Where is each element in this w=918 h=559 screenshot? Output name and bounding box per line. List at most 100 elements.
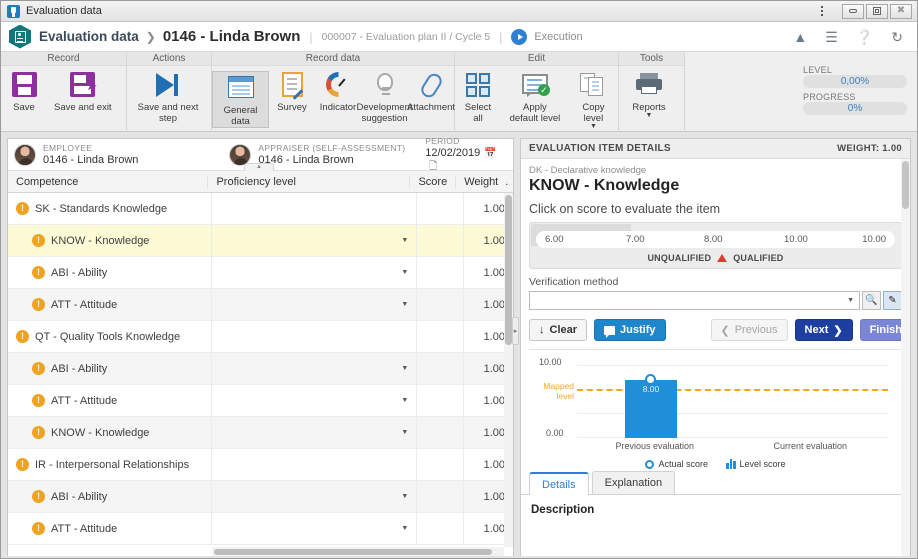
indicator-button[interactable]: Indicator [315,71,361,113]
apply-default-level-button[interactable]: ✓ Apply default level [501,71,569,124]
chevron-down-icon[interactable]: ▼ [401,301,408,308]
column-header-score[interactable]: Score [408,175,455,188]
save-button[interactable]: Save [1,71,47,113]
column-header-competence[interactable]: Competence [8,176,207,188]
cell-score[interactable] [416,193,463,225]
development-suggestion-button[interactable]: Development suggestion [357,71,413,124]
scale-value-4[interactable]: 10.00 [862,234,886,245]
help-icon[interactable]: ❔ [856,30,873,44]
binoculars-icon[interactable]: 🔍 [862,291,881,310]
general-data-button[interactable]: General data [212,71,269,128]
note-icon[interactable]: 🗋 [429,161,437,172]
table-row[interactable]: ! ABI - Ability ▼ 1.00 [8,256,513,289]
cell-score[interactable] [416,320,463,353]
reports-button[interactable]: Reports ▼ [619,71,679,119]
list-icon[interactable]: ☰ [825,30,838,44]
survey-button[interactable]: Survey [269,71,315,113]
actual-score-marker[interactable] [645,373,656,385]
cell-score[interactable] [416,480,463,513]
cell-proficiency-level[interactable]: ▼ [211,352,416,385]
cell-score[interactable] [416,384,463,417]
table-row[interactable]: ! ABI - Ability ▼ 1.00 [8,352,513,385]
cell-proficiency-level[interactable]: ▼ [211,416,416,449]
persons-bar: EMPLOYEE 0146 - Linda Brown APPRAISER (S… [8,136,513,172]
cell-score[interactable] [416,352,463,385]
table-row[interactable]: ! ATT - Attitude ▼ 1.00 [8,384,513,417]
details-vertical-scrollbar[interactable] [901,159,910,557]
column-header-proficiency-level[interactable]: Proficiency level [207,175,408,188]
table-row[interactable]: ! ABI - Ability ▼ 1.00 [8,480,513,513]
window-menu-icon[interactable] [814,3,830,19]
chevron-down-icon[interactable]: ▼ [401,237,408,244]
cell-proficiency-level[interactable]: ▼ [211,288,416,321]
table-row[interactable]: ! KNOW - Knowledge ▼ 1.00 [8,416,513,449]
scrollbar-thumb[interactable] [902,161,909,209]
warning-icon: ! [32,266,45,279]
evaluation-chart: 10.00 0.00 Mapped level 8.00 Previous ev… [529,357,902,469]
chevron-down-icon[interactable]: ▼ [401,429,408,436]
refresh-icon[interactable]: ↻ [891,30,903,44]
status-bar [1,556,917,558]
table-row[interactable]: ! QT - Quality Tools Knowledge 1.00 [8,320,513,353]
collapse-icon[interactable]: ▲ [793,30,807,44]
verification-method-input[interactable]: ▼ [529,291,860,310]
chevron-down-icon[interactable]: ▼ [401,397,408,404]
collapse-persons-bar-button[interactable]: ▲ [244,163,274,171]
cell-proficiency-level[interactable]: ▼ [211,512,416,545]
chevron-down-icon[interactable]: ▼ [401,493,408,500]
select-all-button[interactable]: Select all [455,71,501,124]
table-row[interactable]: ! ATT - Attitude ▼ 1.00 [8,512,513,545]
chevron-down-icon[interactable]: ▼ [590,123,597,130]
cell-proficiency-level[interactable]: ▼ [211,480,416,513]
justify-button[interactable]: Justify [594,319,666,341]
cell-proficiency-level[interactable]: ▼ [211,224,416,257]
chevron-down-icon[interactable]: ▼ [401,525,408,532]
minimize-button[interactable] [842,3,864,19]
maximize-button[interactable] [866,3,888,19]
period-value: 12/02/2019 [425,147,481,159]
header-tools: ▲ ☰ ❔ ↻ [793,30,917,44]
breadcrumb-root[interactable]: Evaluation data [39,29,139,44]
previous-button[interactable]: ❮ Previous [710,319,788,341]
panel-splitter-handle[interactable]: ▸ [512,317,519,345]
cell-score[interactable] [416,416,463,449]
cell-score[interactable] [416,448,463,481]
scale-value-0[interactable]: 6.00 [545,234,564,245]
application-window: Evaluation data ✖ Evaluation data ❯ 0146… [0,0,918,559]
tab-details[interactable]: Details [529,472,589,495]
cell-proficiency-level[interactable]: ▼ [211,384,416,417]
scale-value-2[interactable]: 8.00 [704,234,723,245]
cell-score[interactable] [416,224,463,257]
scrollbar-thumb[interactable] [214,549,492,555]
score-scale-bar[interactable]: 6.00 7.00 8.00 10.00 10.00 [536,231,895,248]
table-row[interactable]: ! ATT - Attitude ▼ 1.00 [8,288,513,321]
scale-value-1[interactable]: 7.00 [626,234,645,245]
column-header-weight[interactable]: Weight [455,175,505,188]
competence-label: IR - Interpersonal Relationships [35,458,190,471]
scrollbar-thumb[interactable] [505,195,512,345]
calendar-icon[interactable]: 📅 [484,148,496,159]
table-vertical-scrollbar[interactable] [504,193,513,547]
cell-score[interactable] [416,512,463,545]
cell-score[interactable] [416,256,463,289]
brush-icon[interactable]: ✎ [883,291,902,310]
table-row[interactable]: ! KNOW - Knowledge ▼ 1.00 [8,224,513,257]
chevron-down-icon[interactable]: ▼ [401,269,408,276]
attachment-button[interactable]: Attachment [407,71,455,113]
scale-value-3[interactable]: 10.00 [784,234,808,245]
table-row[interactable]: ! IR - Interpersonal Relationships 1.00 [8,448,513,481]
table-row[interactable]: ! SK - Standards Knowledge 1.00 [8,193,513,225]
tab-explanation[interactable]: Explanation [591,471,676,494]
clear-button[interactable]: ↓ Clear [529,319,588,341]
chart-ytick-top: 10.00 [539,357,562,367]
chevron-down-icon[interactable]: ▼ [646,112,653,119]
save-and-exit-button[interactable]: ➤ Save and exit [47,71,119,113]
next-button[interactable]: Next ❯ [794,319,853,341]
copy-level-button[interactable]: Copy level ▼ [569,71,618,130]
cell-proficiency-level[interactable]: ▼ [211,256,416,289]
close-button[interactable]: ✖ [890,3,912,19]
chevron-down-icon[interactable]: ▼ [401,365,408,372]
save-and-next-step-button[interactable]: Save and next step [127,71,209,124]
cell-score[interactable] [416,288,463,321]
chevron-down-icon[interactable]: ▼ [847,297,854,304]
